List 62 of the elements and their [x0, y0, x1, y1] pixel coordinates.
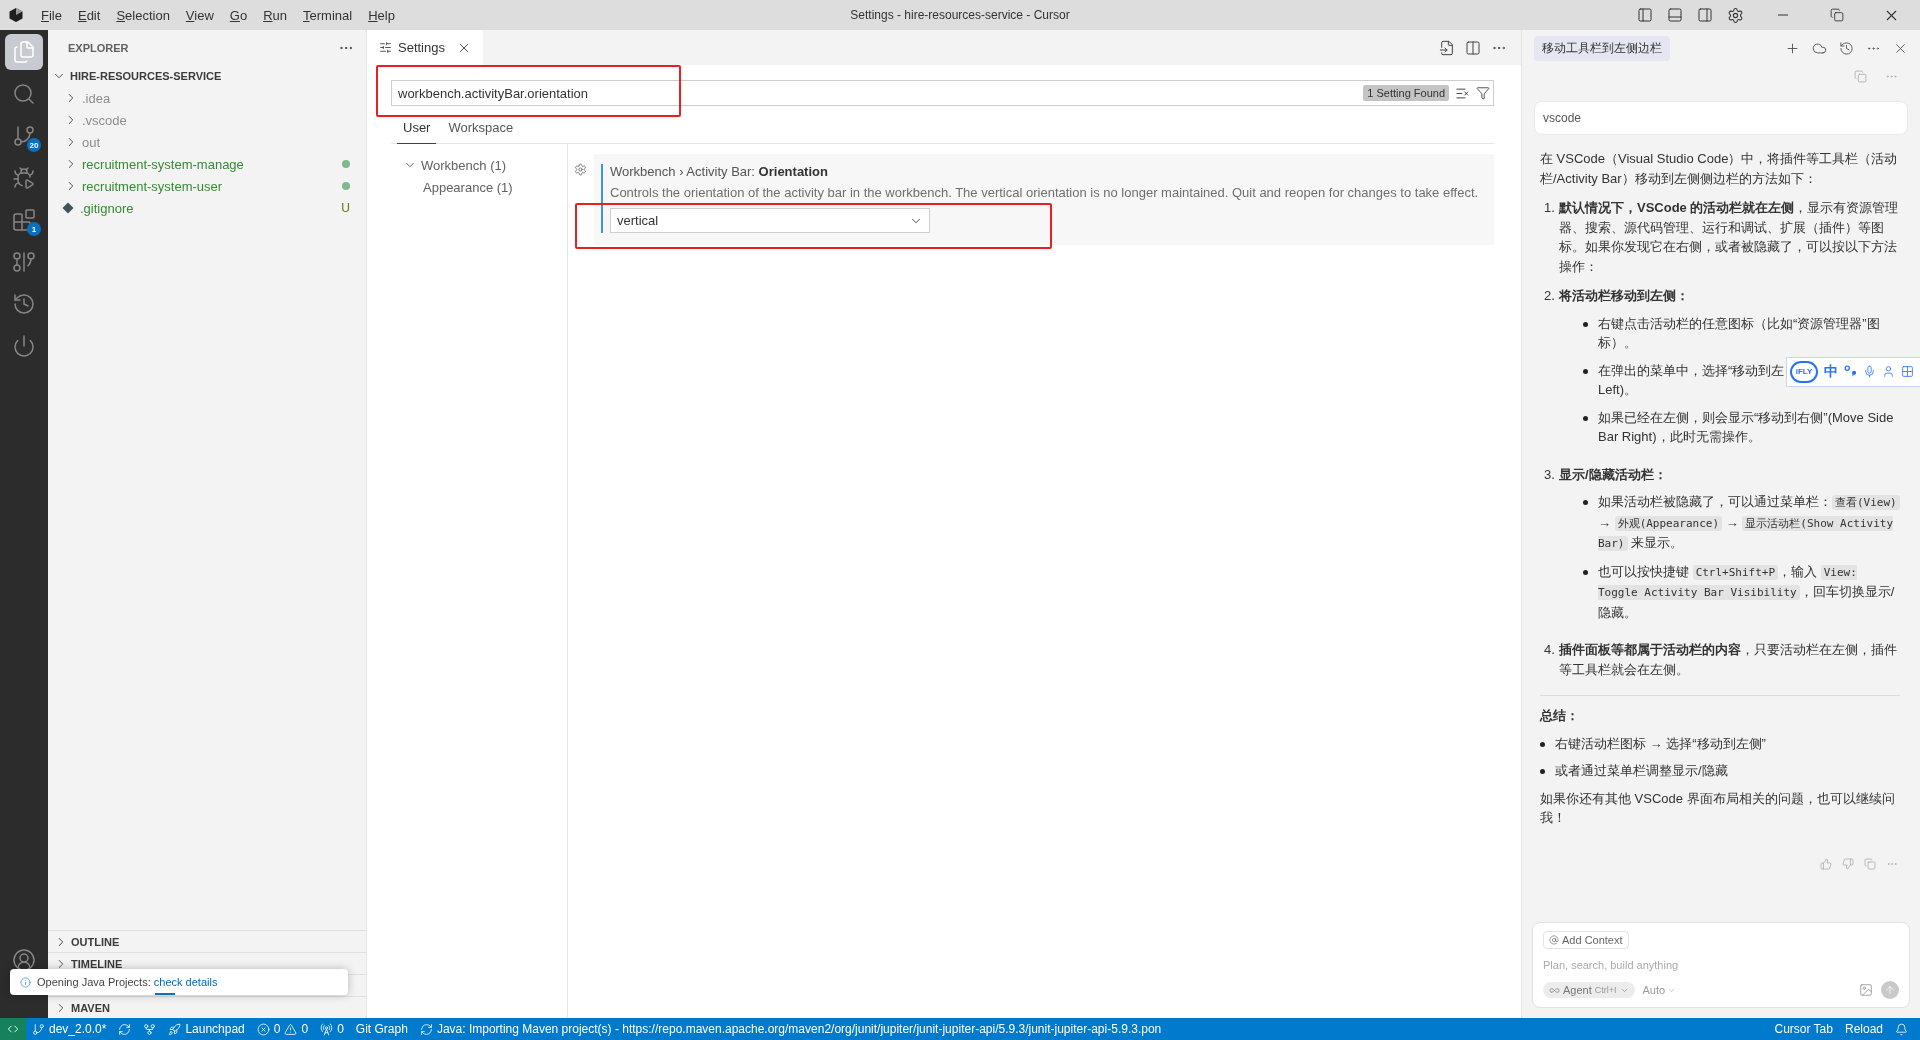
menu-item[interactable]: View [178, 4, 221, 26]
chat-title[interactable]: 移动工具栏到左侧边栏 [1534, 35, 1670, 61]
menu-item[interactable]: Help [361, 4, 402, 26]
bullet-text: 右键活动栏图标 → 选择“移动到左侧” [1555, 734, 1766, 753]
result-count: 1 Setting Found [1363, 85, 1449, 101]
status-item[interactable]: Launchpad [162, 1018, 251, 1040]
status-item[interactable]: dev_2.0.0* [26, 1018, 113, 1040]
mode-selector[interactable]: Agent Ctrl+I [1543, 982, 1635, 998]
menu-item[interactable]: Selection [109, 4, 177, 26]
count-badge: 20 [27, 138, 41, 152]
activity-item[interactable]: 1 [5, 202, 43, 238]
status-item[interactable]: Reload [1838, 1018, 1889, 1040]
answer-text: 如果你还有其他 VSCode 界面布局相关的问题，也可以继续问我！ [1540, 789, 1896, 827]
answer-text: 在 VSCode（Visual Studio Code）中，将插件等工具栏（活动栏/Activity Bar）移动到左侧侧边栏的方法如下： [1540, 150, 1899, 188]
status-item[interactable]: Git Graph [349, 1018, 414, 1040]
toc-item[interactable]: Workbench (1) [391, 154, 567, 176]
ime-toolbar: iFLY 中 [1786, 356, 1920, 387]
user-message[interactable]: vscode [1534, 101, 1908, 135]
activity-item[interactable]: 20 [5, 118, 43, 154]
status-item[interactable]: Java: Importing Maven project(s) - https://repo.maven.apache.org/maven2/org/junit/jupiter/junit-jupiter-api/5.9.3/junit-jupiter-api-5.9.3.pon [413, 1018, 1168, 1040]
bullet-text: 或者通过菜单栏调整显示/隐藏 [1555, 762, 1728, 780]
tree-item[interactable]: recruitment-system-manage [48, 153, 366, 175]
menu-item[interactable]: Edit [70, 4, 108, 26]
menu-item[interactable]: Go [222, 4, 255, 26]
toc-item[interactable]: Appearance (1) [391, 176, 567, 198]
step-text: 默认情况下，VSCode 的活动栏就在左侧，显示有资源管理器、搜索、源代码管理、运行和调试、扩展（插件）等图标。如果你发现它在右侧，或者被隐藏了，可以按以下方法操作： [1559, 200, 1899, 274]
section-header[interactable]: OUTLINE [48, 930, 366, 952]
editor-tab[interactable]: Settings [367, 30, 483, 65]
step-text: 显示/隐藏活动栏： [1559, 466, 1667, 482]
menu-item[interactable]: Terminal [296, 4, 360, 26]
bullet-text: 也可以按快捷键 Ctrl+Shift+P ，输入 View: Toggle Activity Bar Visibility ，回车切换显示/隐藏。 [1598, 562, 1896, 622]
chat-input[interactable]: Plan, search, build anything [1543, 957, 1899, 973]
status-item[interactable]: 0 [314, 1018, 350, 1040]
window-title: Settings - hire-resources-service - Cursor [850, 8, 1070, 22]
scope-tab[interactable]: Workspace [442, 114, 520, 144]
bullet-text: 在弹出的菜单中，选择“移动到左 Left)。 [1598, 361, 1785, 399]
menu-item[interactable]: File [34, 4, 69, 26]
status-item[interactable]: Cursor Tab [1768, 1018, 1839, 1040]
tree-item[interactable]: recruitment-system-user [48, 175, 366, 197]
notification-text: Opening Java Projects: check details [37, 976, 218, 988]
tree-item[interactable]: .gitignore U [48, 197, 366, 219]
menu-item[interactable]: Run [256, 4, 295, 26]
sidebar-title: EXPLORER [68, 41, 129, 54]
step-number: 4. [1544, 641, 1556, 659]
step-number: 1. [1544, 199, 1556, 217]
setting-title: Workbench › Activity Bar: Orientation [610, 164, 829, 179]
setting-description: Controls the orientation of the activity bar in the workbench. The vertical orientation is no longer maintained. Quit and reopen for changes to take effect. [610, 185, 1479, 200]
add-context-button[interactable]: Add Context [1543, 931, 1629, 949]
step-number: 2. [1544, 287, 1556, 305]
scope-tab[interactable]: User [397, 114, 437, 144]
bullet-text: 如果已经在左侧，则会显示“移动到右侧”(Move Side Bar Right)，此时无需操作。 [1598, 408, 1895, 446]
tree-item[interactable]: HIRE-RESOURCES-SERVICE [48, 65, 366, 87]
count-badge: 1 [27, 222, 41, 236]
summary-title: 总结： [1540, 708, 1579, 723]
step-text: 插件面板等都属于活动栏的内容，只要活动栏在左侧，插件等工具栏就会在左侧。 [1559, 642, 1897, 677]
details-link[interactable]: check details [153, 976, 218, 988]
step-number: 3. [1544, 465, 1556, 484]
orientation-select[interactable]: vertical [610, 208, 930, 233]
bullet-text: 右键点击活动栏的任意图标（比如“资源管理器”图标）。 [1598, 314, 1881, 352]
step-text: 将活动栏移动到左侧： [1559, 288, 1689, 303]
bullet-text: 如果活动栏被隐藏了，可以通过菜单栏： 查看(View) → 外观(Appearance) → 显示活动栏(Show Activity Bar) 来显示。 [1598, 492, 1900, 554]
problems-status[interactable]: 0 0 [250, 1018, 315, 1040]
